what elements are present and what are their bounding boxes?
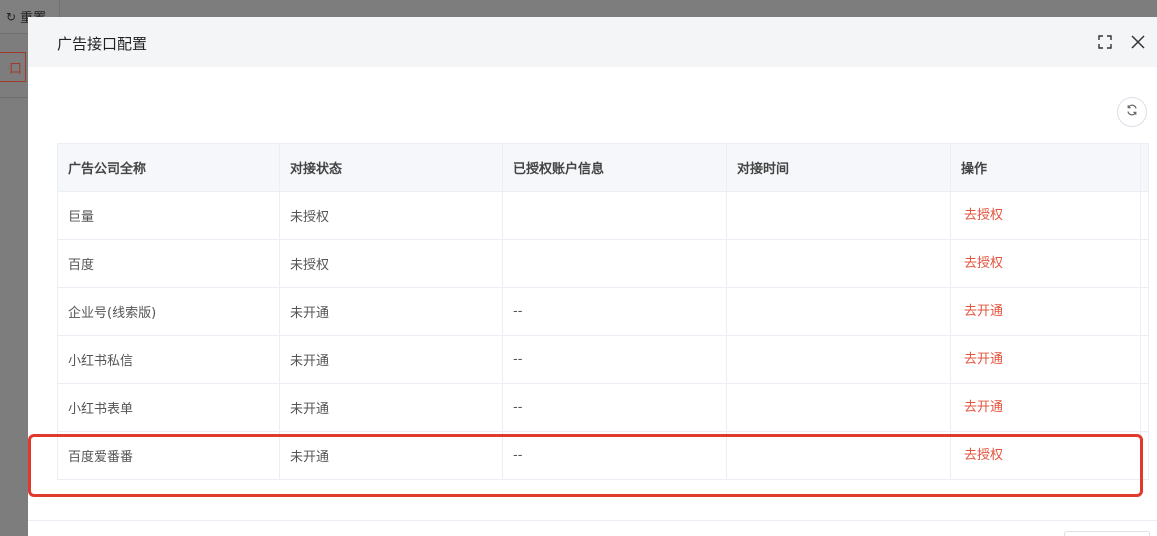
- cell-status: 未开通: [280, 384, 503, 431]
- refresh-button[interactable]: [1117, 97, 1147, 127]
- cell-company: 巨量: [58, 192, 280, 239]
- fullscreen-icon[interactable]: [1094, 31, 1116, 53]
- authorize-link[interactable]: 去授权: [961, 204, 1003, 223]
- table-row: 小红书私信 未开通 -- 去开通: [58, 336, 1149, 384]
- close-icon[interactable]: [1127, 31, 1149, 53]
- cell-company: 企业号(线索版): [58, 288, 280, 335]
- cell-time: [727, 336, 951, 383]
- table-row: 企业号(线索版) 未开通 -- 去开通: [58, 288, 1149, 336]
- refresh-icon: ↻: [6, 9, 17, 24]
- cell-action: 去授权: [951, 240, 1141, 287]
- interface-label: 接口: [8, 61, 22, 77]
- cell-status: 未授权: [280, 240, 503, 287]
- authorize-link[interactable]: 去授权: [961, 444, 1003, 463]
- cell-action: 去开通: [951, 384, 1141, 431]
- header-time: 对接时间: [727, 144, 951, 191]
- cell-time: [727, 192, 951, 239]
- cell-account: --: [503, 384, 727, 431]
- cell-time: [727, 432, 951, 479]
- dialog-title: 广告接口配置: [57, 35, 148, 53]
- cell-company: 小红书私信: [58, 336, 280, 383]
- authorize-link[interactable]: 去授权: [961, 252, 1003, 271]
- activate-link[interactable]: 去开通: [961, 396, 1003, 415]
- table-row: 百度爱番番 未开通 -- 去授权: [58, 432, 1149, 480]
- cell-filler: [1141, 384, 1149, 431]
- cell-account: --: [503, 288, 727, 335]
- header-action: 操作: [951, 144, 1141, 191]
- header-company: 广告公司全称: [58, 144, 280, 191]
- cell-action: 去授权: [951, 192, 1141, 239]
- cell-account: --: [503, 336, 727, 383]
- header-account: 已授权账户信息: [503, 144, 727, 191]
- cell-account: --: [503, 432, 727, 479]
- table-row: 巨量 未授权 去授权: [58, 192, 1149, 240]
- header-status: 对接状态: [280, 144, 503, 191]
- table-row: 小红书表单 未开通 -- 去开通: [58, 384, 1149, 432]
- cell-status: 未开通: [280, 336, 503, 383]
- table-row: 百度 未授权 去授权: [58, 240, 1149, 288]
- cell-filler: [1141, 288, 1149, 335]
- cell-company: 百度爱番番: [58, 432, 280, 479]
- cell-filler: [1141, 336, 1149, 383]
- cell-action: 去开通: [951, 288, 1141, 335]
- cell-action: 去开通: [951, 336, 1141, 383]
- cell-time: [727, 240, 951, 287]
- cell-status: 未开通: [280, 432, 503, 479]
- footer-divider: [28, 520, 1157, 521]
- cell-status: 未开通: [280, 288, 503, 335]
- cell-action: 去授权: [951, 432, 1141, 479]
- ad-interface-table: 广告公司全称 对接状态 已授权账户信息 对接时间 操作 巨量 未授权 去授权 百…: [57, 143, 1149, 480]
- ad-interface-config-dialog: 广告接口配置 广告公司全称 对接状态 已授权账户信息 对接时间 操作 巨量 未授…: [28, 17, 1157, 536]
- table-header-row: 广告公司全称 对接状态 已授权账户信息 对接时间 操作: [58, 144, 1149, 192]
- divider: [0, 97, 28, 98]
- cell-company: 百度: [58, 240, 280, 287]
- cell-account: [503, 240, 727, 287]
- activate-link[interactable]: 去开通: [961, 300, 1003, 319]
- cell-account: [503, 192, 727, 239]
- header-filler: [1141, 144, 1149, 191]
- cell-status: 未授权: [280, 192, 503, 239]
- footer-button[interactable]: [1064, 531, 1150, 536]
- cell-time: [727, 288, 951, 335]
- activate-link[interactable]: 去开通: [961, 348, 1003, 367]
- cell-filler: [1141, 192, 1149, 239]
- cell-filler: [1141, 240, 1149, 287]
- cell-time: [727, 384, 951, 431]
- dialog-header: 广告接口配置: [28, 17, 1157, 67]
- refresh-icon: [1126, 104, 1138, 120]
- cell-company: 小红书表单: [58, 384, 280, 431]
- interface-button[interactable]: 接口: [0, 52, 26, 82]
- cell-filler: [1141, 432, 1149, 479]
